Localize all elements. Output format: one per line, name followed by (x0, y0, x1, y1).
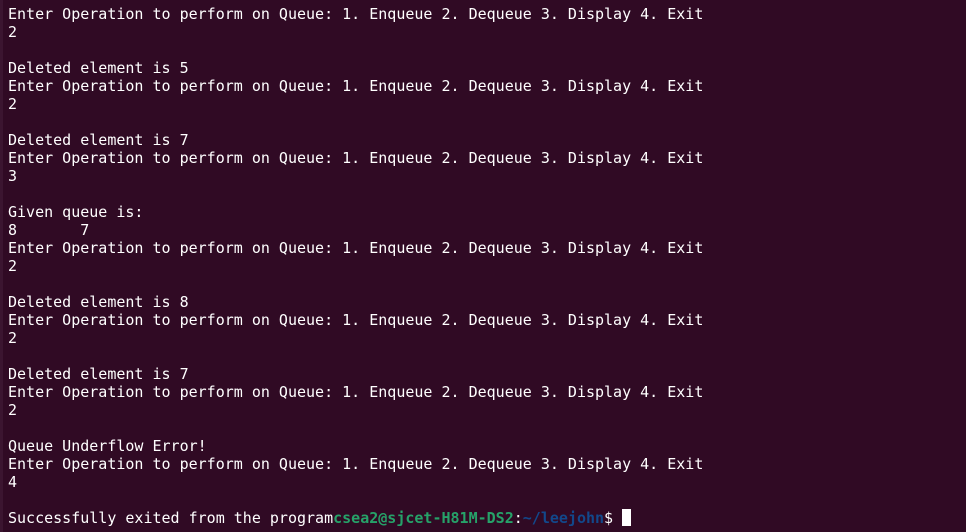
terminal-line: 2 (8, 23, 18, 41)
terminal-line: Enter Operation to perform on Queue: 1. … (8, 383, 704, 401)
terminal-line: Given queue is: (8, 203, 144, 221)
terminal-line: Enter Operation to perform on Queue: 1. … (8, 455, 704, 473)
terminal-line: Deleted element is 5 (8, 59, 189, 77)
terminal-line: 2 (8, 329, 18, 347)
terminal-prompt-line: Successfully exited from the programcsea… (8, 509, 966, 527)
terminal-line: 8 7 (8, 221, 90, 239)
terminal-line: Enter Operation to perform on Queue: 1. … (8, 239, 704, 257)
terminal-line: 2 (8, 401, 18, 419)
terminal-line: 2 (8, 257, 18, 275)
prompt-path: ~/leejohn (522, 509, 605, 527)
terminal-line: 4 (8, 473, 18, 491)
terminal-line: 3 (8, 167, 18, 185)
program-exit-message: Successfully exited from the program (8, 509, 334, 527)
text-cursor[interactable] (622, 509, 632, 526)
terminal-line: Enter Operation to perform on Queue: 1. … (8, 5, 704, 23)
terminal-output: Enter Operation to perform on Queue: 1. … (8, 5, 966, 509)
terminal-window[interactable]: Enter Operation to perform on Queue: 1. … (0, 0, 966, 532)
terminal-line: 2 (8, 95, 18, 113)
prompt-user-host: csea2@sjcet-H81M-DS2 (333, 509, 514, 527)
window-edge (0, 0, 3, 532)
terminal-line: Queue Underflow Error! (8, 437, 207, 455)
prompt-separator: : (513, 509, 523, 527)
terminal-line: Enter Operation to perform on Queue: 1. … (8, 77, 704, 95)
terminal-line: Deleted element is 7 (8, 365, 189, 383)
terminal-line: Enter Operation to perform on Queue: 1. … (8, 149, 704, 167)
terminal-line: Deleted element is 8 (8, 293, 189, 311)
terminal-line: Deleted element is 7 (8, 131, 189, 149)
prompt-symbol: $ (604, 509, 614, 527)
terminal-line: Enter Operation to perform on Queue: 1. … (8, 311, 704, 329)
